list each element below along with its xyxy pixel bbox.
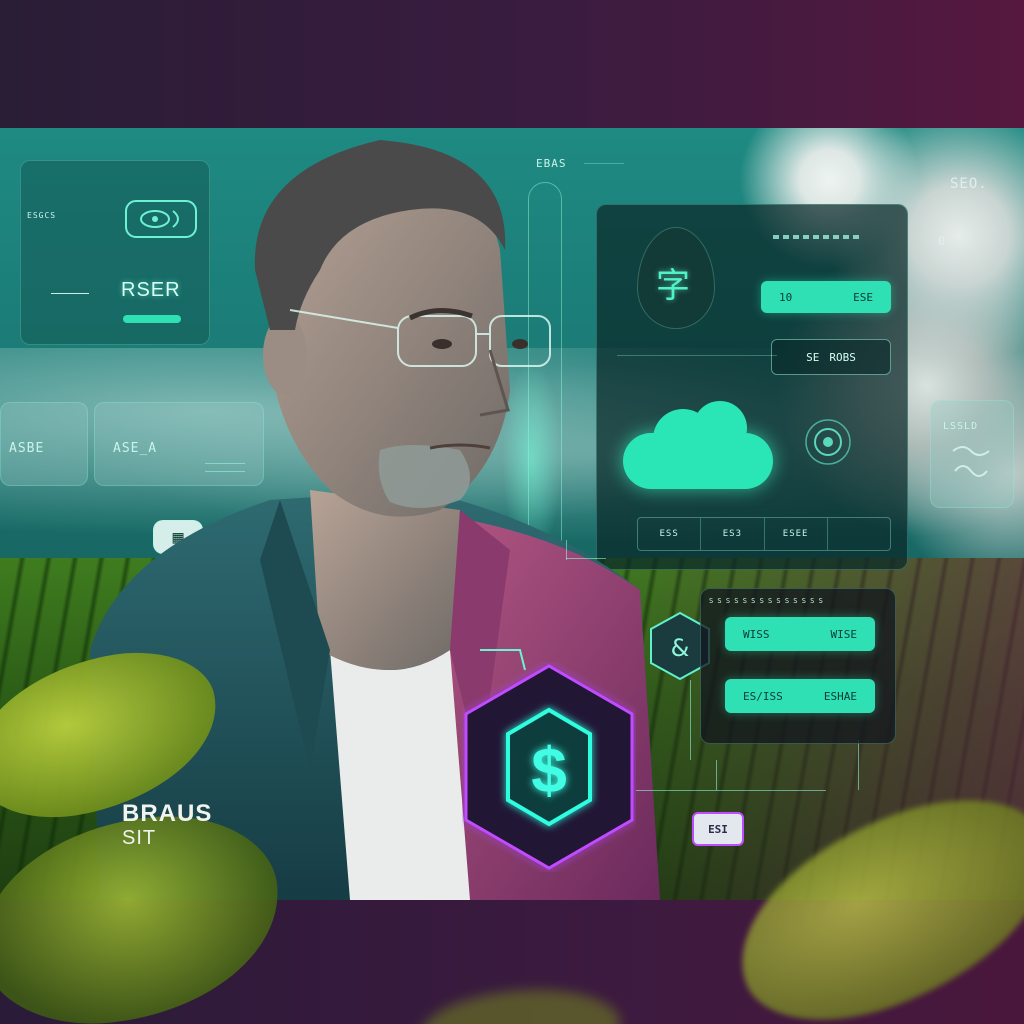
target-icon [805, 419, 851, 465]
brand-block: BRAUS SIT [122, 802, 212, 850]
pill-right-text: ESE [853, 290, 873, 304]
stats-cell: ES3 [701, 518, 765, 550]
lower-panel-header: S S S S S S S S S S S S S S [709, 597, 823, 605]
connector-line [566, 540, 567, 560]
right-corner-small: 0 [938, 234, 947, 248]
connector-line [636, 790, 826, 791]
main-pill-button[interactable]: 10 ESE [761, 281, 891, 313]
connector-line [690, 680, 691, 760]
coin-symbol: $ [531, 734, 567, 806]
brand-line-1: BRAUS [122, 800, 213, 827]
right-side-panel: LSSLD [930, 400, 1014, 508]
panel-a-text: ASBE [9, 441, 45, 456]
lower-button-2[interactable]: ES/ISS ESHAE [725, 679, 875, 713]
lower-button-1[interactable]: WISS WISE [725, 617, 875, 651]
btn2-right-text: ESHAE [823, 689, 857, 703]
connector-line [858, 740, 859, 790]
connector-line [566, 558, 606, 559]
squiggle-icon [952, 446, 990, 477]
lower-action-panel: S S S S S S S S S S S S S S WISS WISE ES… [700, 588, 896, 744]
btn2-left-text: ES/ISS [743, 689, 783, 703]
brand-line-2: SIT [122, 827, 157, 849]
small-tag-text: ESI [708, 822, 728, 836]
pill-left-text: 10 [779, 290, 793, 304]
stats-cell: ESEE [765, 518, 828, 550]
left-panel-small-label: ESGCS [27, 211, 57, 220]
dollar-hexagon-icon[interactable]: $ [462, 662, 636, 872]
dotted-line [773, 235, 863, 239]
mid-left-panel-a: ASBE [0, 402, 88, 486]
right-panel-text: LSSLD [943, 421, 979, 432]
small-hex-symbol: & [671, 634, 690, 662]
btn1-left-text: WISS [743, 627, 770, 641]
outline-right-text: ROBS [829, 350, 856, 364]
main-outline-button[interactable]: SE ROBS [771, 339, 891, 375]
btn1-right-text: WISE [830, 627, 858, 641]
stats-cell [828, 518, 890, 550]
outline-left-text: SE [806, 350, 820, 364]
right-corner-label: SEO. [950, 176, 988, 192]
connector-line [716, 760, 717, 790]
small-tag-button[interactable]: ESI [692, 812, 744, 846]
